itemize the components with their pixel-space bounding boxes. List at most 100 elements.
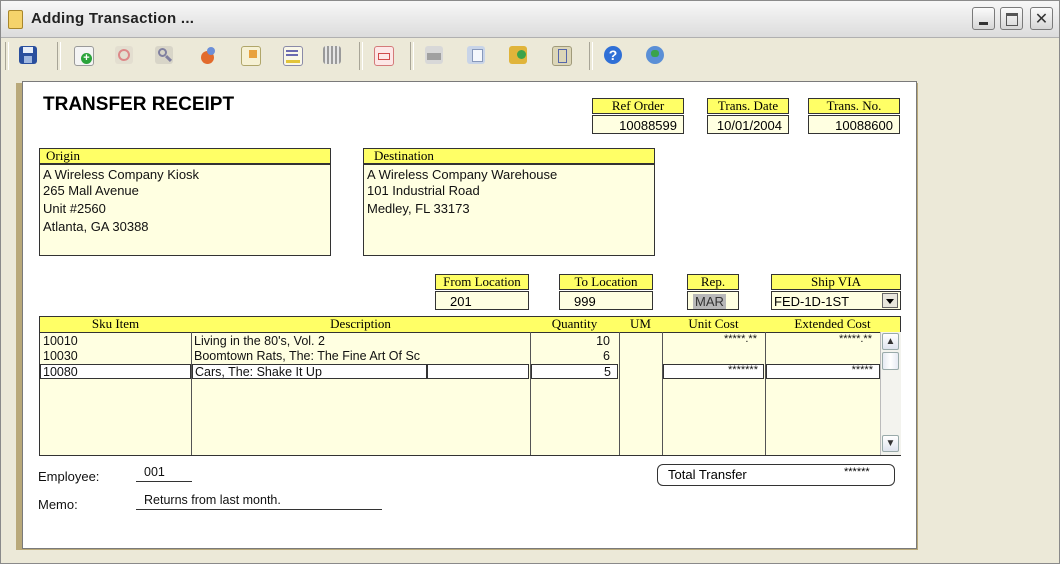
row-3-unit-cost-cell[interactable]: ******* <box>663 364 764 379</box>
save-button[interactable] <box>15 42 41 68</box>
row-2-quantity[interactable]: 6 <box>532 349 610 363</box>
row-1-sku[interactable]: 10010 <box>43 334 188 348</box>
ship-via-dropdown-button[interactable] <box>882 293 898 308</box>
minimize-button[interactable] <box>972 7 995 30</box>
ref-order-field[interactable]: 10088599 <box>592 115 684 134</box>
toolbar-separator <box>410 42 414 70</box>
grid-scrollbar[interactable]: ▲ ▼ <box>880 332 901 455</box>
memo-field[interactable]: Returns from last month. <box>136 493 382 510</box>
row-3-quantity-cell[interactable]: 5 <box>531 364 618 379</box>
scroll-down-button[interactable]: ▼ <box>882 435 899 452</box>
toolbar-separator <box>589 42 593 70</box>
rep-field[interactable]: MAR <box>687 291 739 310</box>
window-title: Adding Transaction ... <box>31 10 195 27</box>
row-3-extended-cost-cell[interactable]: ***** <box>766 364 880 379</box>
column-divider <box>191 332 192 455</box>
export-button[interactable] <box>237 42 263 68</box>
title-bar[interactable]: Adding Transaction ... ✕ <box>1 1 1059 38</box>
column-header-extended-cost[interactable]: Extended Cost <box>765 317 900 333</box>
barcode-icon <box>323 46 341 64</box>
trans-date-field[interactable]: 10/01/2004 <box>707 115 789 134</box>
rep-label: Rep. <box>687 274 739 290</box>
row-1-unit-cost[interactable]: *****.** <box>664 333 757 345</box>
row-2-description[interactable]: Boomtown Rats, The: The Fine Art Of Sc <box>194 349 426 363</box>
app-window: Adding Transaction ... ✕ + ? TRANSFER RE… <box>0 0 1060 564</box>
trans-no-label: Trans. No. <box>808 98 900 114</box>
origin-line: Atlanta, GA 30388 <box>43 219 149 234</box>
column-header-unit-cost[interactable]: Unit Cost <box>662 317 765 333</box>
find-replace-icon <box>199 46 217 64</box>
paste-button[interactable] <box>548 42 574 68</box>
save-icon <box>19 46 37 64</box>
row-2-sku[interactable]: 10030 <box>43 349 188 363</box>
scroll-thumb[interactable] <box>882 352 899 370</box>
origin-line: A Wireless Company Kiosk <box>43 167 200 182</box>
close-button[interactable]: ✕ <box>1030 7 1053 30</box>
column-header-quantity[interactable]: Quantity <box>530 317 619 333</box>
world-button[interactable] <box>642 42 668 68</box>
ship-via-value: FED-1D-1ST <box>774 294 850 309</box>
column-header-description[interactable]: Description <box>191 317 530 333</box>
copy-button[interactable] <box>463 42 489 68</box>
print-icon <box>425 46 443 64</box>
world-icon <box>646 46 664 64</box>
page-title: TRANSFER RECEIPT <box>43 94 235 115</box>
chevron-up-icon: ▲ <box>885 336 896 347</box>
ship-via-select[interactable]: FED-1D-1ST <box>771 291 901 310</box>
tag-button[interactable] <box>370 42 396 68</box>
row-3-extended-cost: ***** <box>851 364 873 376</box>
delete-record-button[interactable] <box>111 42 137 68</box>
notes-icon <box>283 46 303 66</box>
total-transfer-box: Total Transfer ****** <box>657 464 895 486</box>
to-location-field[interactable]: 999 <box>559 291 653 310</box>
notes-button[interactable] <box>279 42 305 68</box>
rep-value: MAR <box>693 294 726 309</box>
column-header-um[interactable]: UM <box>619 317 662 333</box>
box-icon <box>509 46 527 64</box>
destination-line: A Wireless Company Warehouse <box>367 167 558 182</box>
row-3-unit-cost: ******* <box>728 364 758 376</box>
column-divider <box>662 332 663 455</box>
row-1-description[interactable]: Living in the 80's, Vol. 2 <box>194 334 426 348</box>
app-icon <box>8 10 23 29</box>
find-replace-button[interactable] <box>195 42 221 68</box>
print-button[interactable] <box>421 42 447 68</box>
memo-label: Memo: <box>38 497 78 512</box>
origin-line: 265 Mall Avenue <box>43 183 139 198</box>
employee-field[interactable]: 001 <box>136 465 192 482</box>
row-3-quantity: 5 <box>604 365 611 379</box>
total-transfer-value: ****** <box>844 466 870 478</box>
search-button[interactable] <box>151 42 177 68</box>
row-3-description: Cars, The: Shake It Up <box>195 365 322 379</box>
from-location-field[interactable]: 201 <box>435 291 529 310</box>
add-record-button[interactable]: + <box>70 42 96 68</box>
trans-no-field[interactable]: 10088600 <box>808 115 900 134</box>
barcode-button[interactable] <box>319 42 345 68</box>
column-header-sku[interactable]: Sku Item <box>40 317 191 333</box>
trans-date-label: Trans. Date <box>707 98 789 114</box>
close-icon: ✕ <box>1034 11 1049 28</box>
add-record-icon: + <box>74 46 94 66</box>
export-icon <box>241 46 261 66</box>
column-divider <box>765 332 766 455</box>
row-3-description-extra-cell[interactable] <box>427 364 529 379</box>
tag-icon <box>374 46 394 66</box>
origin-address-field[interactable]: A Wireless Company Kiosk 265 Mall Avenue… <box>39 164 331 256</box>
ref-order-label: Ref Order <box>592 98 684 114</box>
toolbar-grip <box>5 42 9 70</box>
row-1-extended-cost[interactable]: *****.** <box>767 333 872 345</box>
row-3-sku-cell[interactable]: 10080 <box>40 364 191 379</box>
help-button[interactable]: ? <box>600 42 626 68</box>
employee-label: Employee: <box>38 469 100 484</box>
toolbar-separator <box>359 42 363 70</box>
to-location-label: To Location <box>559 274 653 290</box>
row-3-sku: 10080 <box>43 365 78 379</box>
box-button[interactable] <box>505 42 531 68</box>
chevron-down-icon <box>886 299 894 304</box>
row-1-quantity[interactable]: 10 <box>532 334 610 348</box>
row-3-description-cell[interactable]: Cars, The: Shake It Up <box>192 364 427 379</box>
scroll-up-button[interactable]: ▲ <box>882 333 899 350</box>
maximize-button[interactable] <box>1000 7 1023 30</box>
destination-label: Destination <box>363 148 655 164</box>
destination-address-field[interactable]: A Wireless Company Warehouse 101 Industr… <box>363 164 655 256</box>
